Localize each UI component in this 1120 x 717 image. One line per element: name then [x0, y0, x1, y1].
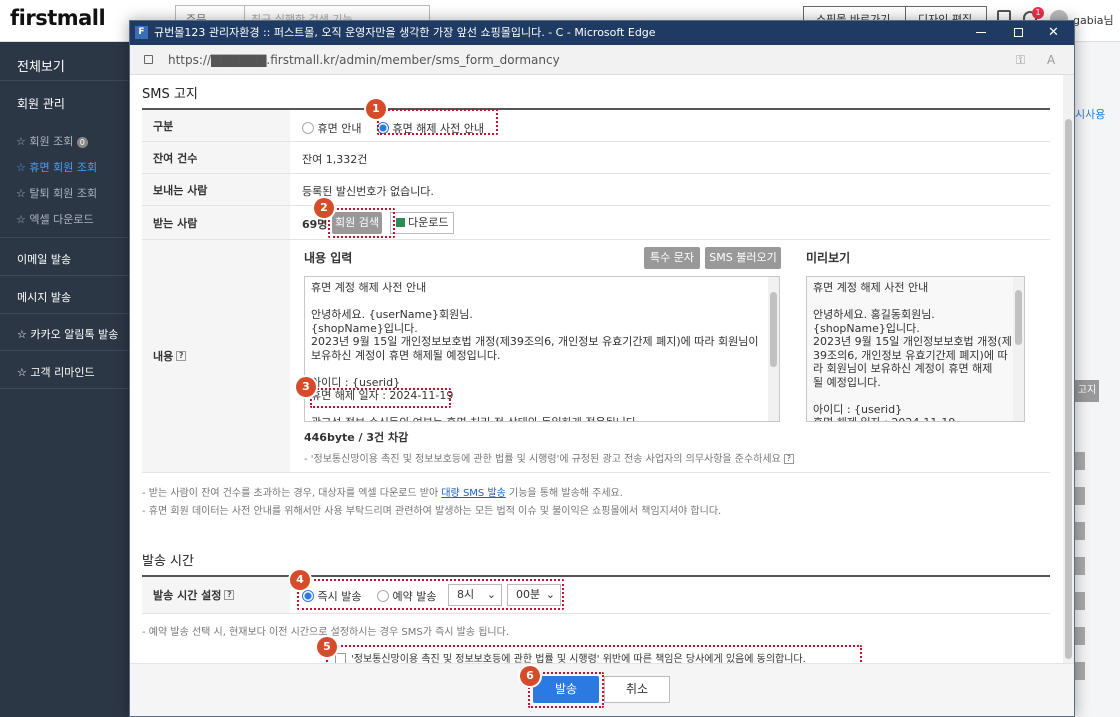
legal-responsibility-note: - 휴면 회원 데이터는 사전 안내를 위해서만 사용 부탁드리며 관련하여 발… [142, 506, 722, 517]
address-bar[interactable]: https://▇▇▇▇▇▇.firstmall.kr/admin/member… [130, 45, 1074, 75]
excel-icon [395, 218, 405, 227]
highlight-box-4 [297, 579, 564, 610]
load-sms-button[interactable]: SMS 불러오기 [705, 247, 781, 269]
step-marker-2: 2 [314, 198, 334, 218]
count-badge: 0 [76, 137, 88, 148]
step-marker-1: 1 [366, 99, 386, 119]
window-title-bar: F 규번몰123 관리자환경 :: 퍼스트몰, 오직 운영자만을 생각한 가장 … [130, 21, 1074, 45]
sidebar-remind[interactable]: ☆ 고객 리마인드 [0, 364, 129, 380]
close-icon[interactable]: ✕ [1048, 21, 1059, 45]
content-input-title: 내용 입력 [304, 251, 353, 265]
bulk-sms-link[interactable]: 대량 SMS 발송 [441, 488, 505, 499]
sidebar-email[interactable]: 이메일 발송 [0, 251, 129, 267]
receiver-row: 받는 사람 69명 회원 검색 다운로드 [142, 206, 1050, 240]
sidebar-item-withdrawn-search[interactable]: ☆ 탈퇴 회원 조회 [0, 185, 129, 201]
sms-section-title: SMS 고지 [142, 87, 198, 102]
read-aloud-icon[interactable]: A [1047, 45, 1055, 75]
page-content: SMS 고지 구분 휴면 안내 휴면 해제 사전 안내 잔여 건수 잔여 1,3… [130, 75, 1074, 663]
sidebar-kakao[interactable]: ☆ 카카오 알림톡 발송 [0, 326, 129, 342]
sidebar-item-dormant-search[interactable]: ☆ 휴면 회원 조회 [0, 159, 129, 175]
remaining-value: 잔여 1,332건 [302, 153, 368, 166]
url-text[interactable]: https://▇▇▇▇▇▇.firstmall.kr/admin/member… [168, 45, 560, 75]
sender-value: 등록된 발신번호가 없습니다. [302, 185, 434, 198]
lock-icon [144, 55, 153, 64]
sidebar-member-manage[interactable]: 회원 관리 [0, 95, 129, 112]
edge-app-icon: F [135, 26, 148, 39]
step-marker-4: 4 [290, 570, 310, 590]
sender-label: 보내는 사람 [142, 174, 290, 205]
window-title: 규번몰123 관리자환경 :: 퍼스트몰, 오직 운영자만을 생각한 가장 앞선… [154, 26, 656, 39]
maximize-icon[interactable] [1014, 28, 1023, 37]
message-scroll-thumb[interactable] [770, 292, 777, 367]
background-right-panel: 시사용 고지 [1075, 42, 1120, 717]
send-time-label: 발송 시간 설정? [142, 577, 290, 613]
radio-dormant-notice[interactable]: 휴면 안내 [302, 122, 361, 135]
bg-fragment-button: 고지 [1075, 380, 1099, 402]
download-button[interactable]: 다운로드 [390, 212, 454, 234]
receiver-exceed-note: - 받는 사람이 잔여 건수를 초과하는 경우, 대상자를 엑셀 다운로드 받아… [142, 488, 623, 499]
byte-count: 446byte / 3건 차감 [304, 431, 409, 444]
help-icon[interactable]: ? [783, 454, 794, 464]
user-name[interactable]: gabia님 [1073, 12, 1114, 28]
step-marker-3: 3 [296, 377, 316, 397]
cancel-button[interactable]: 취소 [604, 676, 670, 703]
admin-sidebar: 전체보기 회원 관리 ☆ 회원 조회 0 ☆ 휴면 회원 조회 ☆ 탈퇴 회원 … [0, 42, 129, 717]
highlight-box-2 [328, 208, 395, 238]
radio-icon [302, 122, 314, 134]
step-marker-6: 6 [520, 666, 540, 686]
step-marker-5: 5 [317, 637, 337, 657]
firstmall-logo: firstmall [10, 6, 106, 30]
law-note: - '정보통신망이용 촉진 및 정보보호등에 관한 법률 및 시행령'에 규정된… [304, 450, 794, 465]
window-footer: 발송 취소 6 [130, 663, 1074, 716]
type-label: 구분 [142, 110, 290, 141]
receiver-label: 받는 사람 [142, 206, 290, 239]
highlight-box-1 [377, 109, 498, 135]
remaining-label: 잔여 건수 [142, 142, 290, 173]
sidebar-item-excel-download[interactable]: ☆ 엑셀 다운로드 [0, 211, 129, 227]
key-icon[interactable]: ⚿ [1016, 45, 1025, 75]
preview-scroll-thumb[interactable] [1015, 290, 1022, 345]
highlight-box-3 [310, 388, 451, 408]
receiver-count: 69명 [302, 218, 328, 231]
send-time-row: 발송 시간 설정? 즉시 발송 예약 발송 8시 ⌄ 00분 ⌄ [142, 577, 1050, 614]
highlight-box-5 [326, 645, 862, 663]
preview-box: 휴면 계정 해제 사전 안내 안녕하세요. 홍길동회원님. {shopName}… [806, 276, 1025, 422]
content-row: 내용? 내용 입력 특수 문자 SMS 불러오기 미리보기 휴면 계정 해제 사… [142, 240, 1050, 473]
special-char-button[interactable]: 특수 문자 [644, 247, 700, 269]
sidebar-item-member-search[interactable]: ☆ 회원 조회 0 [0, 133, 129, 149]
help-icon[interactable]: ? [224, 590, 235, 600]
sender-row: 보내는 사람 등록된 발신번호가 없습니다. [142, 174, 1050, 206]
help-icon[interactable]: ? [176, 351, 187, 361]
sidebar-all-menu[interactable]: 전체보기 [0, 56, 129, 75]
popup-browser-window: F 규번몰123 관리자환경 :: 퍼스트몰, 오직 운영자만을 생각한 가장 … [129, 20, 1075, 717]
send-time-section-title: 발송 시간 [142, 554, 194, 569]
notification-badge: 1 [1032, 7, 1044, 19]
bg-fragment-text: 시사용 [1075, 108, 1106, 121]
content-label: 내용? [142, 240, 290, 472]
page-scroll-thumb[interactable] [1065, 119, 1072, 659]
reserve-note: - 예약 발송 선택 시, 현재보다 이전 시간으로 설정하시는 경우 SMS가… [142, 627, 510, 638]
minimize-icon[interactable] [976, 32, 986, 33]
sidebar-message[interactable]: 메시지 발송 [0, 289, 129, 305]
preview-title: 미리보기 [806, 251, 851, 265]
remaining-row: 잔여 건수 잔여 1,332건 [142, 142, 1050, 174]
type-row: 구분 휴면 안내 휴면 해제 사전 안내 [142, 110, 1050, 142]
